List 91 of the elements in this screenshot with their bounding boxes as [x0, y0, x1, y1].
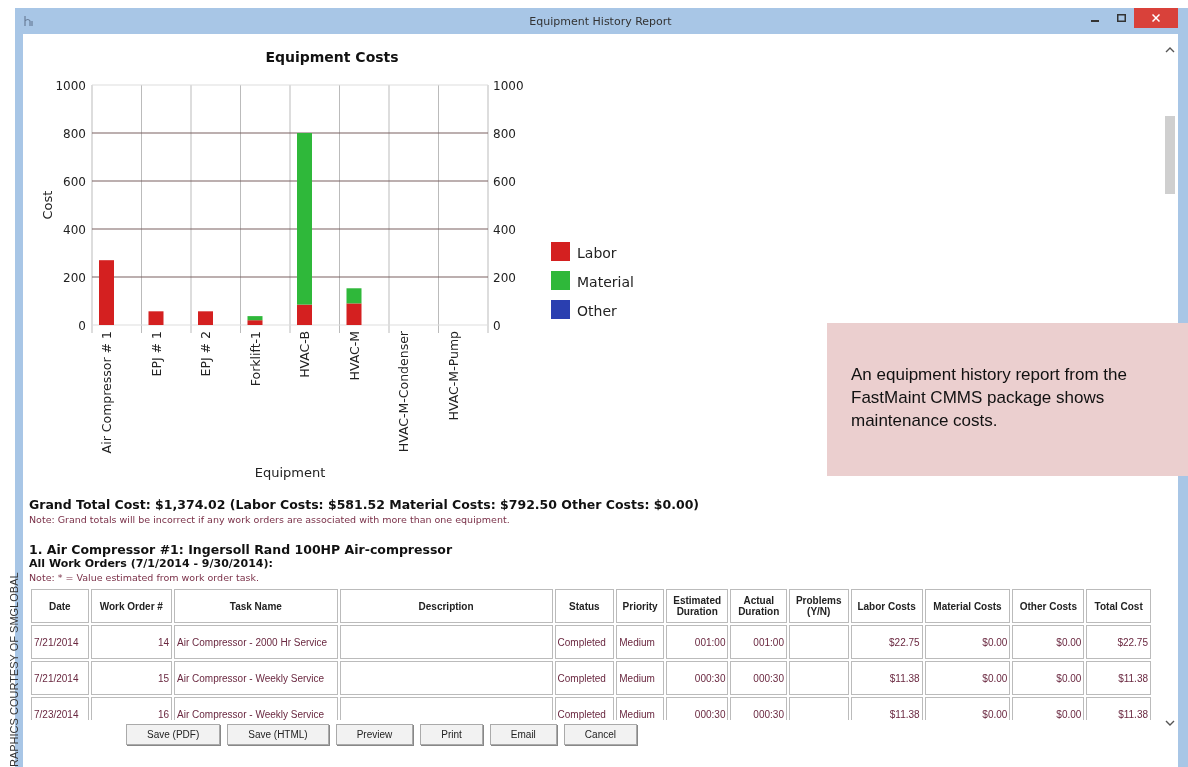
table-cell: $22.75 [850, 625, 923, 659]
table-cell: $0.00 [924, 661, 1011, 695]
column-header: Labor Costs [850, 589, 923, 623]
column-header: Work Order # [90, 589, 173, 623]
dialog-button[interactable]: Print [420, 724, 483, 745]
table-cell: $0.00 [1012, 661, 1085, 695]
minimize-icon [1091, 20, 1099, 22]
column-header: Estimated Duration [665, 589, 729, 623]
dialog-button[interactable]: Preview [335, 724, 414, 745]
column-header: Problems (Y/N) [788, 589, 849, 623]
y-tick-label: 200 [63, 271, 86, 285]
scroll-up-icon[interactable] [1164, 46, 1175, 54]
section-subheading: All Work Orders (7/1/2014 - 9/30/2014): [29, 557, 274, 570]
column-header: Date [31, 589, 89, 623]
table-cell: $11.38 [1086, 661, 1151, 695]
y-tick-label: 600 [63, 175, 86, 189]
app-icon [23, 15, 35, 27]
legend-label: Material [577, 274, 634, 290]
window-title: Equipment History Report [528, 14, 673, 28]
section-heading: 1. Air Compressor #1: Ingersoll Rand 100HP Air-compressor [29, 542, 454, 557]
x-tick-label: EPJ # 1 [148, 331, 164, 377]
y-tick-label: 800 [493, 127, 516, 141]
x-axis-label: Equipment [254, 465, 326, 480]
column-header: Actual Duration [730, 589, 787, 623]
table-cell: Medium [616, 625, 664, 659]
dialog-button[interactable]: Email [489, 724, 557, 745]
column-header: Status [554, 589, 615, 623]
legend-label: Other [577, 303, 617, 319]
credit-text: RAPHICS COURTESY OF SMGLOBAL [8, 571, 21, 767]
column-header: Description [339, 589, 553, 623]
caption-text: An equipment history report from the FastMaint CMMS package shows maintenance costs. [851, 365, 1127, 430]
table-cell: Completed [554, 625, 615, 659]
y-tick-label: 1000 [55, 79, 86, 93]
dialog-button[interactable]: Save (HTML) [227, 724, 329, 745]
table-cell: $11.38 [1086, 697, 1151, 720]
table-cell: 14 [90, 625, 173, 659]
table-cell: Medium [616, 661, 664, 695]
column-header: Task Name [174, 589, 338, 623]
table-cell: $0.00 [1012, 697, 1085, 720]
x-tick-label: HVAC-M [346, 331, 362, 381]
table-cell [788, 661, 849, 695]
y-tick-label: 0 [493, 319, 501, 333]
table-cell: Completed [554, 661, 615, 695]
y-tick-label: 200 [493, 271, 516, 285]
table-cell: 000:30 [730, 697, 787, 720]
table-cell: 000:30 [665, 697, 729, 720]
x-tick-label: EPJ # 2 [198, 331, 213, 377]
table-cell: $0.00 [924, 697, 1011, 720]
column-header: Total Cost [1086, 589, 1151, 623]
x-tick-label: HVAC-M-Condenser [396, 331, 411, 453]
legend-label: Labor [577, 245, 617, 261]
column-header: Other Costs [1012, 589, 1085, 623]
table-cell: 7/21/2014 [31, 661, 89, 695]
table-cell: 7/21/2014 [31, 625, 89, 659]
column-header: Priority [616, 589, 664, 623]
table-cell: $0.00 [924, 625, 1011, 659]
table-cell: 7/23/2014 [31, 697, 89, 720]
maximize-icon [1116, 14, 1126, 22]
table-cell: $11.38 [850, 697, 923, 720]
dialog-button[interactable]: Save (PDF) [126, 724, 221, 745]
y-tick-label: 400 [493, 223, 516, 237]
table-cell: 001:00 [730, 625, 787, 659]
y-axis-label: Cost [40, 190, 55, 220]
dialog-button[interactable]: Cancel [563, 724, 637, 745]
x-tick-label: HVAC-B [297, 331, 312, 378]
column-header: Material Costs [924, 589, 1011, 623]
table-cell: 001:00 [665, 625, 729, 659]
table-cell: Air Compressor - Weekly Service [174, 661, 338, 695]
note-text: Note: Grand totals will be incorrect if any work orders are associated with more than one equipment. [29, 514, 511, 525]
table-cell: $22.75 [1086, 625, 1151, 659]
y-tick-label: 800 [63, 127, 86, 141]
grand-total-text: Grand Total Cost: $1,374.02 (Labor Costs: $581.52 Material Costs: $792.50 Other Costs: $0.00) [29, 497, 701, 512]
scroll-down-icon[interactable] [1164, 719, 1175, 727]
table-cell: Air Compressor - 2000 Hr Service [174, 625, 338, 659]
x-tick-label: HVAC-M-Pump [445, 331, 461, 421]
close-icon [1152, 14, 1160, 22]
chart-title: Equipment Costs [265, 49, 399, 65]
y-tick-label: 1000 [493, 79, 524, 93]
table-cell: 000:30 [730, 661, 787, 695]
table-cell: 15 [90, 661, 173, 695]
y-tick-label: 400 [63, 223, 86, 237]
table-cell: 000:30 [665, 661, 729, 695]
y-tick-label: 600 [493, 175, 516, 189]
x-tick-label: Air Compressor # 1 [99, 331, 114, 454]
table-cell: $0.00 [1012, 625, 1085, 659]
note-text: Note: * = Value estimated from work order task. [29, 572, 260, 583]
scroll-thumb[interactable] [1164, 116, 1175, 194]
y-tick-label: 0 [78, 319, 86, 333]
x-tick-label: Forklift-1 [247, 331, 263, 387]
table-cell: $11.38 [850, 661, 923, 695]
table-cell [788, 625, 849, 659]
